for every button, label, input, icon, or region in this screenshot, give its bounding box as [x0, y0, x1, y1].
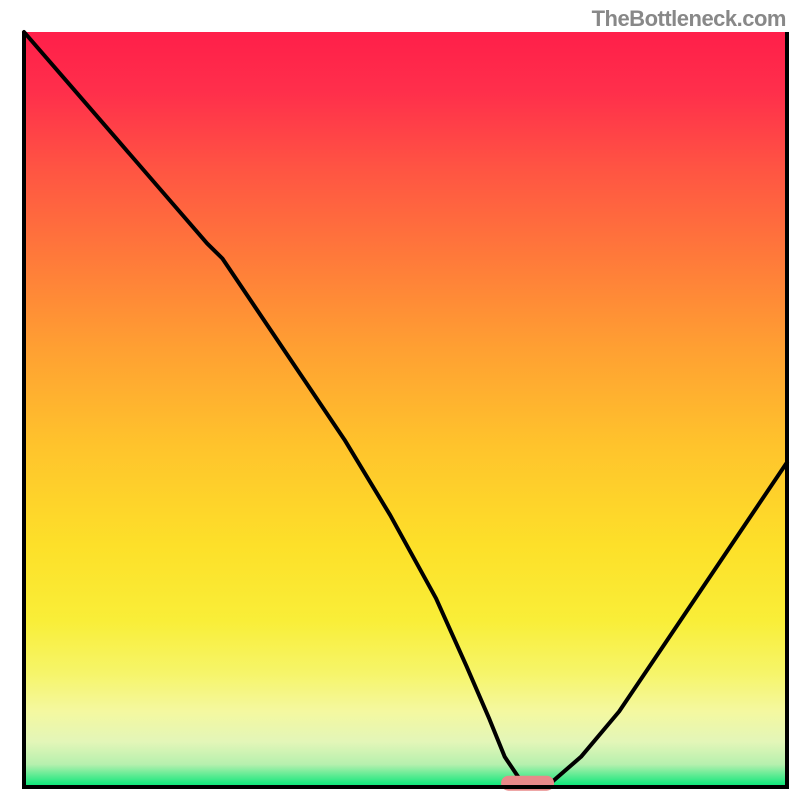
plot-background — [24, 32, 787, 787]
bottleneck-chart — [0, 0, 800, 800]
chart-container: TheBottleneck.com — [0, 0, 800, 800]
watermark-text: TheBottleneck.com — [592, 6, 786, 32]
